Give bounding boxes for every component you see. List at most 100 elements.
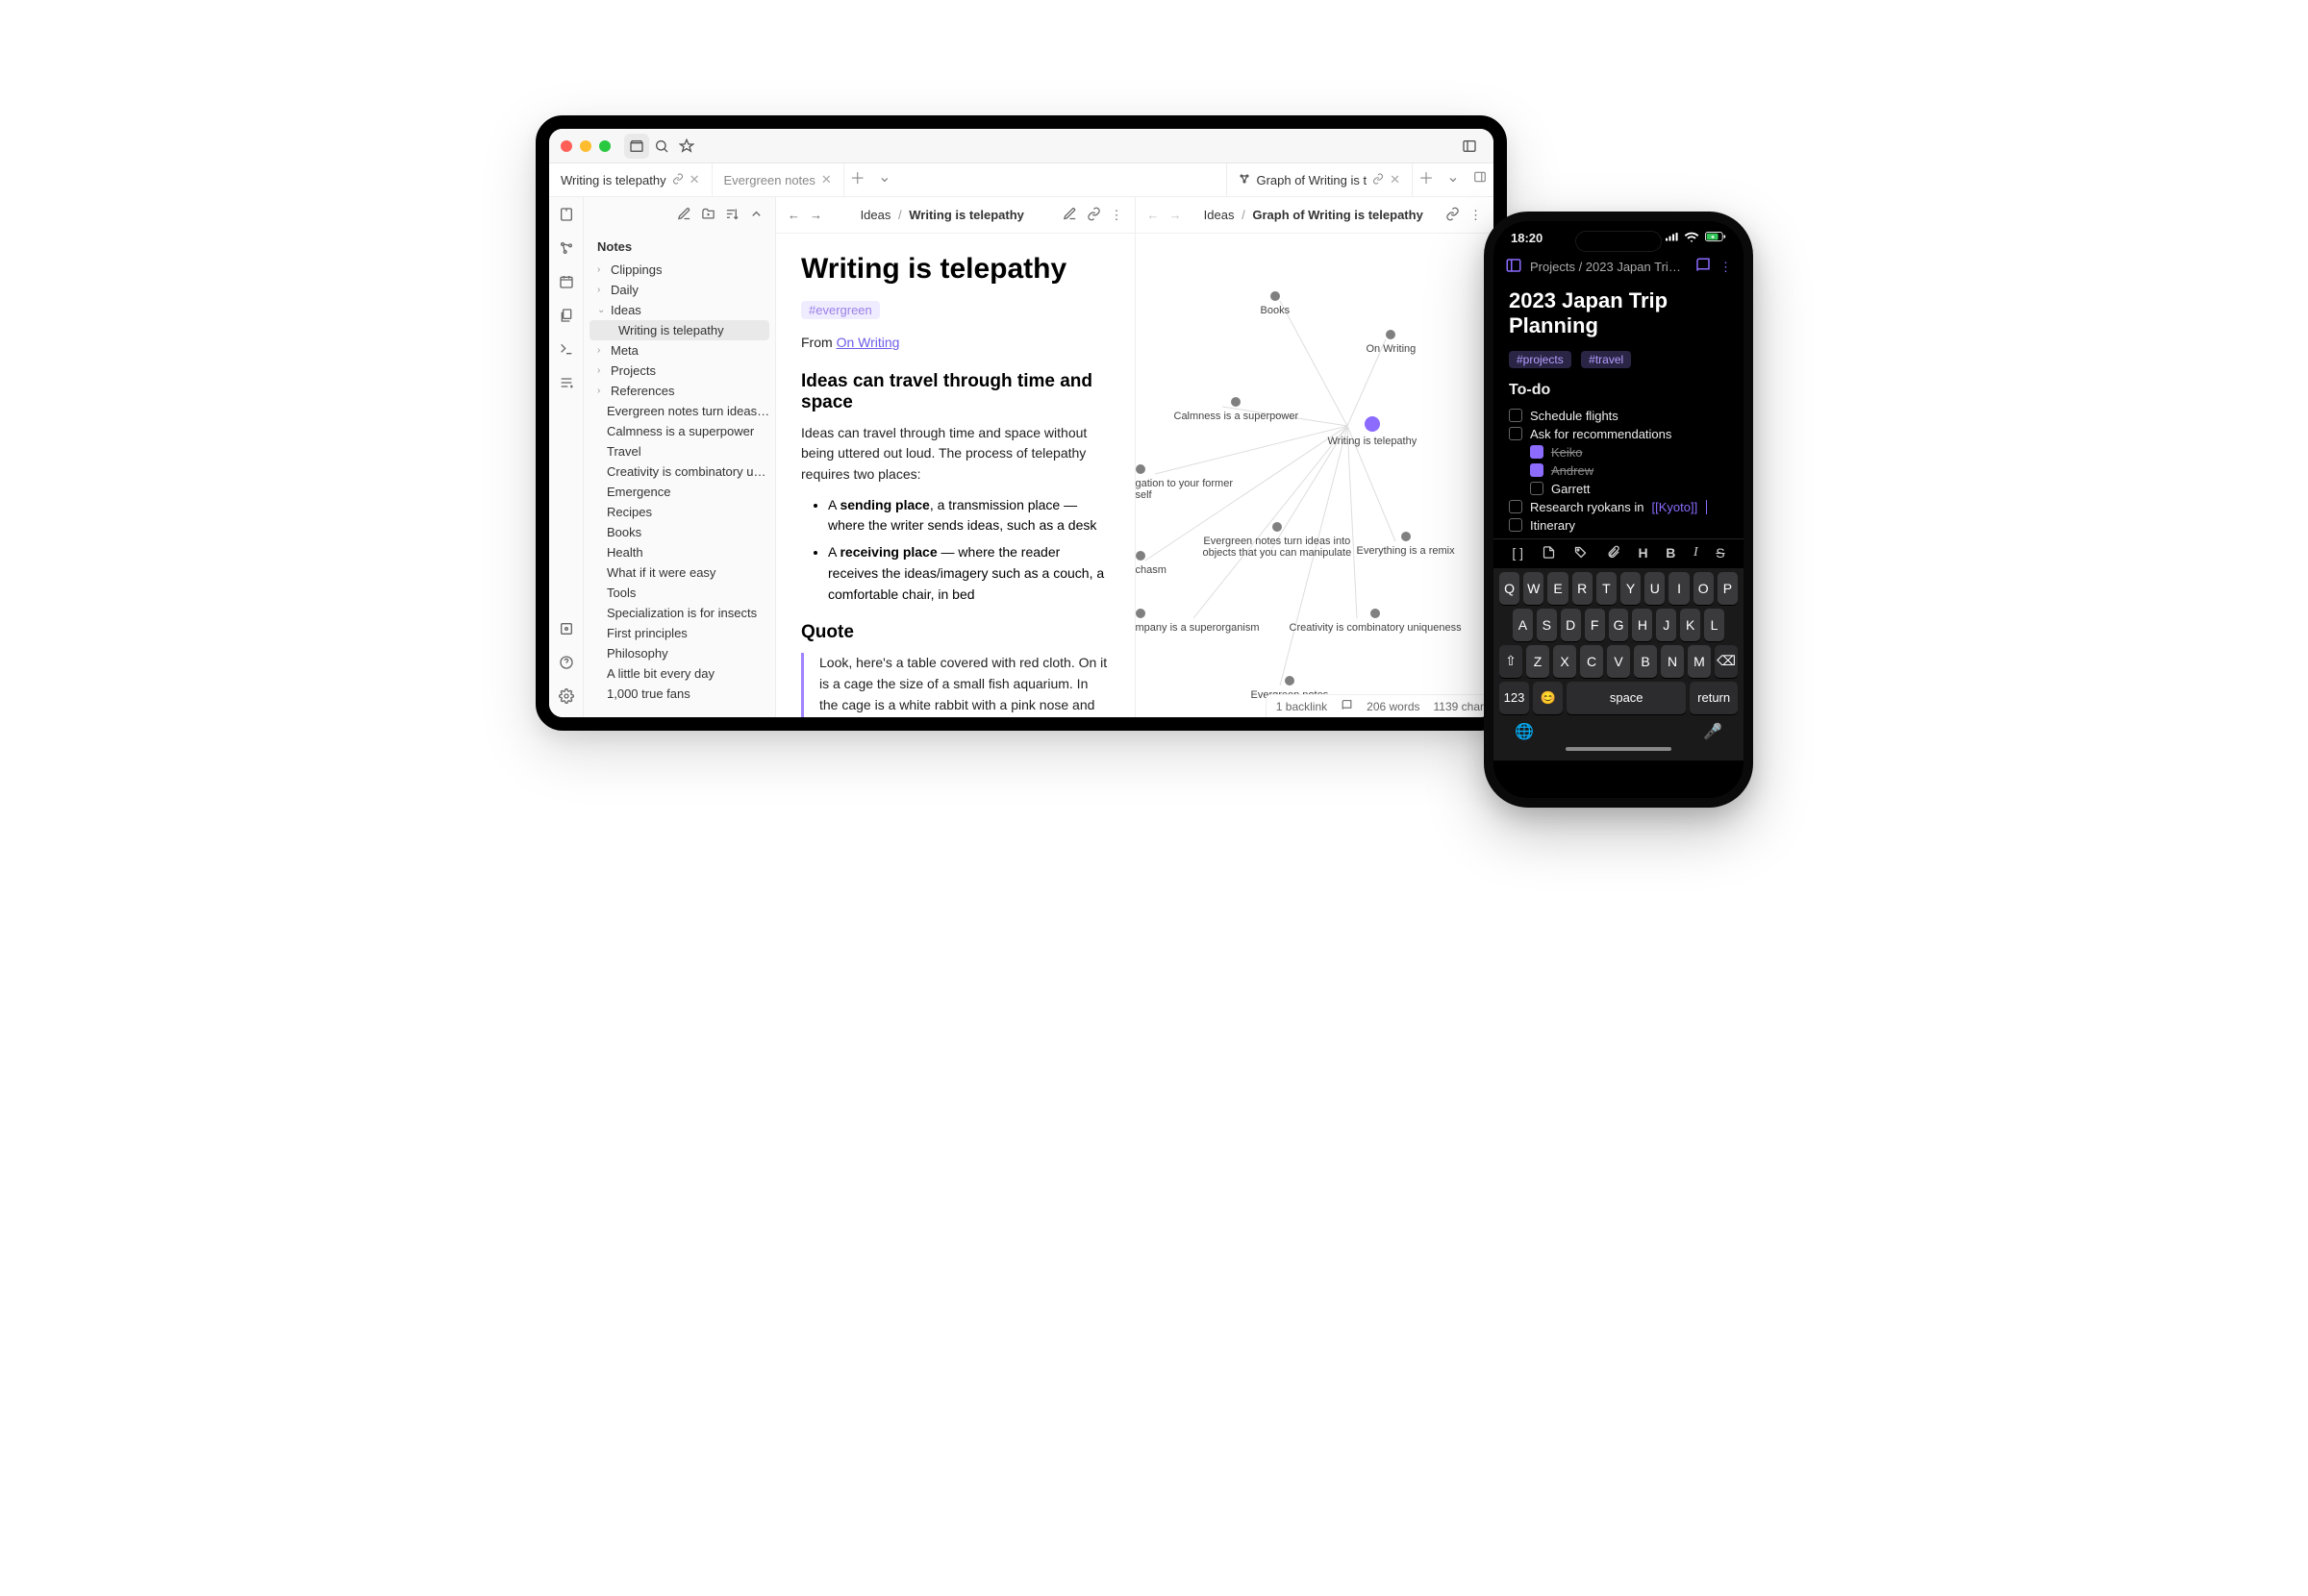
graph-node[interactable]: Creativity is combinatory uniqueness	[1290, 609, 1462, 634]
nav-forward-icon[interactable]: →	[810, 208, 822, 222]
tab-evergreen-notes[interactable]: Evergreen notes ✕	[713, 163, 844, 196]
close-tab-icon[interactable]: ✕	[821, 172, 832, 187]
todo-item[interactable]: Research ryokans in [[Kyoto]]	[1509, 498, 1728, 516]
tag-projects[interactable]: #projects	[1509, 351, 1571, 368]
checkbox[interactable]	[1509, 518, 1522, 532]
note-writing-telepathy[interactable]: Writing is telepathy	[590, 320, 769, 340]
calendar-icon[interactable]	[559, 274, 574, 294]
note-item[interactable]: Specialization is for insects	[584, 603, 775, 623]
help-icon[interactable]	[559, 655, 574, 675]
key[interactable]: D	[1561, 609, 1581, 641]
bold-icon[interactable]: B	[1666, 545, 1675, 562]
tag-icon[interactable]	[1573, 545, 1588, 562]
breadcrumb[interactable]: Ideas / Graph of Writing is telepathy	[1192, 208, 1437, 222]
emoji-key[interactable]: 😊	[1533, 682, 1563, 714]
breadcrumb[interactable]: Projects / 2023 Japan Trip Pl…	[1530, 260, 1687, 274]
source-link[interactable]: On Writing	[837, 335, 900, 350]
strike-icon[interactable]: S	[1716, 545, 1724, 562]
tab-writing-telepathy[interactable]: Writing is telepathy ✕	[549, 163, 713, 196]
note-item[interactable]: Travel	[584, 441, 775, 461]
note-item[interactable]: Tools	[584, 583, 775, 603]
todo-item[interactable]: Garrett	[1509, 480, 1728, 498]
key[interactable]: Z	[1526, 645, 1549, 678]
graph-node[interactable]: gation to your former self	[1136, 464, 1234, 501]
key[interactable]: A	[1513, 609, 1533, 641]
book-icon[interactable]	[1694, 257, 1712, 277]
key[interactable]: V	[1607, 645, 1630, 678]
note-item[interactable]: Calmness is a superpower	[584, 421, 775, 441]
key[interactable]: B	[1634, 645, 1657, 678]
graph-node[interactable]: mpany is a superorganism	[1136, 609, 1260, 634]
checkbox[interactable]	[1509, 500, 1522, 513]
tab-dropdown-icon[interactable]: ⌄	[871, 163, 898, 190]
todo-item[interactable]: Schedule flights	[1509, 407, 1728, 425]
key[interactable]: W	[1523, 572, 1543, 605]
vault-icon[interactable]	[624, 134, 649, 159]
attachment-icon[interactable]	[1606, 545, 1620, 562]
checkbox[interactable]	[1509, 427, 1522, 440]
graph-node-current[interactable]: Writing is telepathy	[1328, 416, 1417, 447]
note-item[interactable]: Philosophy	[584, 643, 775, 663]
graph-node[interactable]: Evergreen notes turn ideas into objects …	[1203, 522, 1352, 559]
key[interactable]: U	[1644, 572, 1665, 605]
checkbox-checked[interactable]	[1530, 463, 1543, 477]
todo-item[interactable]: Keiko	[1509, 443, 1728, 461]
nav-back-icon[interactable]: ←	[788, 208, 800, 222]
todo-item[interactable]: Andrew	[1509, 461, 1728, 480]
key[interactable]: H	[1632, 609, 1652, 641]
edit-mode-icon[interactable]	[1063, 207, 1077, 224]
key[interactable]: R	[1572, 572, 1593, 605]
more-icon[interactable]: ⋮	[1719, 260, 1732, 275]
new-tab-icon[interactable]: ＋	[1413, 163, 1440, 190]
numeric-key[interactable]: 123	[1499, 682, 1529, 714]
link-icon[interactable]	[1087, 207, 1101, 224]
folder-meta[interactable]: ›Meta	[584, 340, 775, 361]
key[interactable]: C	[1580, 645, 1603, 678]
graph-node[interactable]: chasm	[1136, 551, 1167, 576]
phone-editor[interactable]: 2023 Japan Trip Planning #projects #trav…	[1493, 285, 1744, 538]
graph-node[interactable]: Books	[1261, 291, 1291, 316]
files-icon[interactable]	[559, 308, 574, 328]
home-indicator[interactable]	[1566, 747, 1671, 751]
graph-node[interactable]: Everything is a remix	[1357, 532, 1455, 557]
new-tab-icon[interactable]: ＋	[844, 163, 871, 190]
quick-switcher-icon[interactable]	[559, 207, 574, 227]
todo-item[interactable]: Itinerary	[1509, 516, 1728, 535]
graph-view-icon[interactable]	[559, 240, 574, 261]
folder-clippings[interactable]: ›Clippings	[584, 260, 775, 280]
note-item[interactable]: Recipes	[584, 502, 775, 522]
folder-daily[interactable]: ›Daily	[584, 280, 775, 300]
checkbox-checked[interactable]	[1530, 445, 1543, 459]
return-key[interactable]: return	[1690, 682, 1738, 714]
key[interactable]: P	[1718, 572, 1738, 605]
note-item[interactable]: First principles	[584, 623, 775, 643]
folder-ideas[interactable]: ⌄Ideas	[584, 300, 775, 320]
heading-icon[interactable]: H	[1638, 545, 1647, 562]
globe-icon[interactable]: 🌐	[1515, 722, 1534, 741]
more-icon[interactable]: ⋮	[1469, 208, 1482, 223]
checkbox[interactable]	[1509, 409, 1522, 422]
key[interactable]: F	[1585, 609, 1605, 641]
backspace-key[interactable]: ⌫	[1715, 645, 1738, 678]
close-tab-icon[interactable]: ✕	[1390, 172, 1400, 187]
wikilink[interactable]: [[Kyoto]]	[1652, 500, 1698, 514]
checkbox[interactable]	[1530, 482, 1543, 495]
reading-mode-icon[interactable]	[1341, 699, 1353, 714]
todo-item[interactable]: Ask for recommendations	[1509, 425, 1728, 443]
key[interactable]: S	[1537, 609, 1557, 641]
key[interactable]: O	[1693, 572, 1714, 605]
collapse-icon[interactable]	[749, 207, 764, 226]
link-icon[interactable]	[1445, 207, 1460, 224]
new-folder-icon[interactable]	[701, 207, 715, 226]
key[interactable]: G	[1609, 609, 1629, 641]
key[interactable]: L	[1704, 609, 1724, 641]
note-item[interactable]: Creativity is combinatory u…	[584, 461, 775, 482]
brackets-icon[interactable]: [ ]	[1512, 545, 1523, 562]
star-icon[interactable]	[674, 134, 699, 159]
settings-icon[interactable]	[559, 688, 574, 709]
key[interactable]: M	[1688, 645, 1711, 678]
note-item[interactable]: Health	[584, 542, 775, 562]
note-item[interactable]: A little bit every day	[584, 663, 775, 684]
key[interactable]: K	[1680, 609, 1700, 641]
note-item[interactable]: Emergence	[584, 482, 775, 502]
